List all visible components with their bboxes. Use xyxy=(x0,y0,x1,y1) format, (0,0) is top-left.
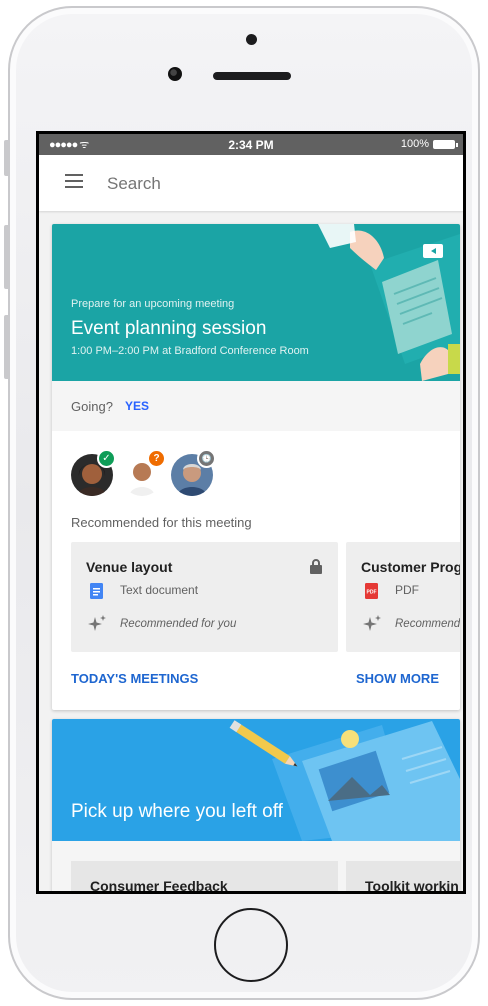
rsvp-label: Going? xyxy=(71,399,113,414)
app-bar xyxy=(39,155,463,211)
volume-down-button xyxy=(4,315,10,379)
accepted-badge-icon: ✓ xyxy=(97,449,116,468)
todays-meetings-button[interactable]: TODAY'S MEETINGS xyxy=(71,671,198,686)
document-recommendation: Recommend xyxy=(395,618,460,630)
pending-badge-icon: 🕒 xyxy=(197,449,216,468)
document-type: PDF xyxy=(395,583,419,597)
recent-file-card[interactable]: Toolkit workin xyxy=(346,861,460,894)
sparkle-icon xyxy=(363,615,381,631)
card-actions: TODAY'S MEETINGS SHOW MORE xyxy=(52,659,460,699)
lock-icon xyxy=(310,559,322,574)
search-input[interactable] xyxy=(105,168,409,200)
status-time: 2:34 PM xyxy=(228,138,274,152)
meeting-card: Prepare for an upcoming meeting Event pl… xyxy=(52,224,460,710)
rsvp-yes-button[interactable]: YES xyxy=(125,399,149,413)
pdf-icon: PDF xyxy=(365,583,378,599)
front-camera xyxy=(168,67,182,81)
svg-text:PDF: PDF xyxy=(367,590,377,596)
document-title: Customer Prog xyxy=(361,559,460,575)
maybe-badge-icon: ? xyxy=(147,449,166,468)
rsvp-row: Going? YES xyxy=(52,381,460,431)
recent-file-card[interactable]: Consumer Feedback xyxy=(71,861,338,894)
sparkle-icon xyxy=(88,615,106,631)
volume-up-button xyxy=(4,225,10,289)
docs-icon xyxy=(90,583,103,599)
mute-switch xyxy=(4,140,10,176)
battery-icon xyxy=(433,140,458,149)
meeting-hero[interactable]: Prepare for an upcoming meeting Event pl… xyxy=(52,224,460,381)
document-card[interactable]: Venue layout Text document Recommended f… xyxy=(71,542,338,652)
recent-files-row: Consumer Feedback Toolkit workin xyxy=(52,841,460,894)
recent-files-card: Pick up where you left off Consumer Feed… xyxy=(52,719,460,894)
document-card[interactable]: Customer Prog PDF PDF Recommend xyxy=(346,542,460,652)
hamburger-menu-icon[interactable] xyxy=(65,174,83,188)
recent-title: Pick up where you left off xyxy=(71,801,283,822)
document-type: Text document xyxy=(120,583,199,597)
recent-hero[interactable]: Pick up where you left off xyxy=(52,719,460,841)
recent-file-title: Toolkit workin xyxy=(365,878,459,894)
document-recommendation: Recommended for you xyxy=(120,618,237,630)
recent-file-title: Consumer Feedback xyxy=(90,878,228,894)
show-more-button[interactable]: SHOW MORE xyxy=(356,671,439,686)
meeting-time-location: 1:00 PM–2:00 PM at Bradford Conference R… xyxy=(71,345,309,357)
recommended-label: Recommended for this meeting xyxy=(71,515,252,530)
proximity-sensor xyxy=(246,34,257,45)
document-title: Venue layout xyxy=(86,559,173,575)
status-bar: ●●●●● ᯤ 2:34 PM 100% xyxy=(39,134,463,155)
screen: ●●●●● ᯤ 2:34 PM 100% Prepa xyxy=(36,131,466,894)
video-camera-icon[interactable] xyxy=(423,244,443,258)
home-button[interactable] xyxy=(214,908,288,982)
meeting-title: Event planning session xyxy=(71,318,267,339)
battery-percent: 100% xyxy=(400,138,429,150)
earpiece-speaker xyxy=(213,72,291,80)
meeting-kicker: Prepare for an upcoming meeting xyxy=(71,298,235,310)
